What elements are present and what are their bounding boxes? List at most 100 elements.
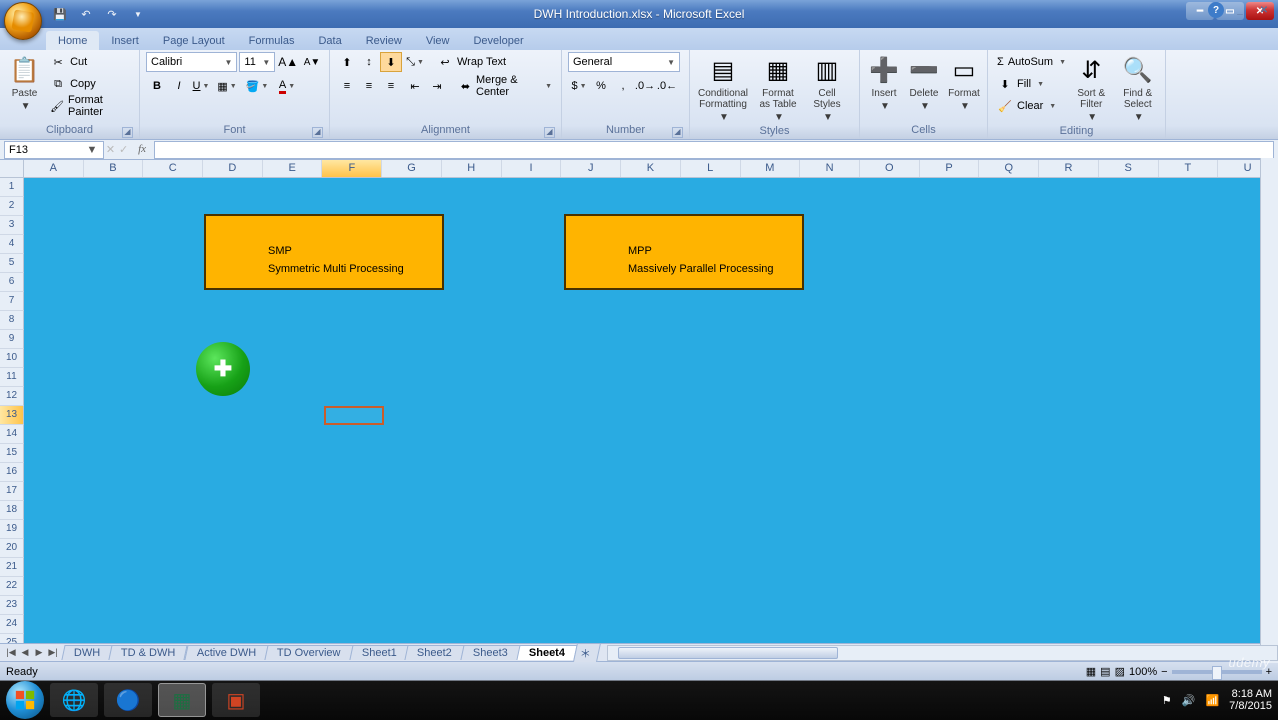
align-left-icon[interactable]: ≡ <box>336 76 358 96</box>
cut-button[interactable]: ✂Cut <box>47 52 133 72</box>
row-header-17[interactable]: 17 <box>0 482 24 501</box>
font-size-combo[interactable]: 11▼ <box>239 52 275 72</box>
format-cells-button[interactable]: ▭Format▼ <box>946 52 982 114</box>
select-all-corner[interactable] <box>0 160 24 177</box>
paste-button[interactable]: 📋 Paste▼ <box>6 52 43 114</box>
accounting-format-icon[interactable]: $▼ <box>568 76 590 96</box>
row-header-4[interactable]: 4 <box>0 235 24 254</box>
align-middle-icon[interactable]: ↕ <box>358 52 380 72</box>
row-header-16[interactable]: 16 <box>0 463 24 482</box>
column-header-P[interactable]: P <box>920 160 980 177</box>
row-header-2[interactable]: 2 <box>0 197 24 216</box>
increase-decimal-icon[interactable]: .0→ <box>634 76 656 96</box>
column-header-B[interactable]: B <box>84 160 144 177</box>
row-header-13[interactable]: 13 <box>0 406 24 425</box>
format-painter-button[interactable]: 🖌Format Painter <box>47 96 133 116</box>
name-box[interactable]: F13▼ <box>4 141 104 159</box>
find-select-button[interactable]: 🔍Find & Select▼ <box>1117 52 1160 125</box>
tray-flag-icon[interactable]: ⚑ <box>1162 694 1172 707</box>
row-header-8[interactable]: 8 <box>0 311 24 330</box>
view-normal-icon[interactable]: ▦ <box>1086 665 1096 678</box>
number-format-combo[interactable]: General▼ <box>568 52 680 72</box>
tab-nav-next-icon[interactable]: ▶ <box>32 646 46 660</box>
help-icon[interactable]: ? <box>1208 2 1224 18</box>
sort-filter-button[interactable]: ⇵Sort & Filter▼ <box>1070 52 1113 125</box>
column-header-I[interactable]: I <box>502 160 562 177</box>
row-header-3[interactable]: 3 <box>0 216 24 235</box>
column-header-M[interactable]: M <box>741 160 801 177</box>
number-launcher-icon[interactable]: ◢ <box>672 127 683 138</box>
align-center-icon[interactable]: ≡ <box>358 76 380 96</box>
comma-format-icon[interactable]: , <box>612 76 634 96</box>
row-header-11[interactable]: 11 <box>0 368 24 387</box>
column-header-N[interactable]: N <box>800 160 860 177</box>
tab-nav-first-icon[interactable]: |◀ <box>4 646 18 660</box>
italic-button[interactable]: I <box>168 76 190 96</box>
underline-button[interactable]: U▼ <box>190 76 212 96</box>
view-page-layout-icon[interactable]: ▤ <box>1100 665 1110 678</box>
sheet-tab-td-dwh[interactable]: TD & DWH <box>109 645 189 660</box>
column-header-D[interactable]: D <box>203 160 263 177</box>
column-header-Q[interactable]: Q <box>979 160 1039 177</box>
shrink-font-icon[interactable]: A▼ <box>301 52 323 72</box>
sheet-tab-sheet4[interactable]: Sheet4 <box>517 645 578 660</box>
tab-data[interactable]: Data <box>306 31 353 50</box>
row-header-9[interactable]: 9 <box>0 330 24 349</box>
formula-bar-input[interactable] <box>154 141 1274 159</box>
sheet-tab-td-overview[interactable]: TD Overview <box>264 645 353 660</box>
row-header-25[interactable]: 25 <box>0 634 24 643</box>
clipboard-launcher-icon[interactable]: ◢ <box>122 127 133 138</box>
tab-home[interactable]: Home <box>46 31 99 50</box>
start-button[interactable] <box>6 681 44 719</box>
bold-button[interactable]: B <box>146 76 168 96</box>
taskbar-chrome-icon[interactable]: 🔵 <box>104 683 152 717</box>
row-header-12[interactable]: 12 <box>0 387 24 406</box>
font-name-combo[interactable]: Calibri▼ <box>146 52 237 72</box>
column-header-J[interactable]: J <box>561 160 621 177</box>
qat-redo-icon[interactable]: ↷ <box>102 4 122 24</box>
increase-indent-icon[interactable]: ⇥ <box>426 76 448 96</box>
column-header-C[interactable]: C <box>143 160 203 177</box>
zoom-slider[interactable] <box>1172 670 1262 674</box>
autosum-button[interactable]: ΣAutoSum▼ <box>994 52 1066 72</box>
vertical-scrollbar[interactable] <box>1260 158 1278 663</box>
conditional-formatting-button[interactable]: ▤Conditional Formatting▼ <box>696 52 750 125</box>
clear-button[interactable]: 🧹Clear▼ <box>994 96 1066 116</box>
fill-color-button[interactable]: 🪣▼ <box>242 76 272 96</box>
worksheet-grid[interactable]: SMP Symmetric Multi Processing MPP Massi… <box>24 178 1278 643</box>
row-header-10[interactable]: 10 <box>0 349 24 368</box>
column-header-L[interactable]: L <box>681 160 741 177</box>
row-header-23[interactable]: 23 <box>0 596 24 615</box>
fill-button[interactable]: ⬇Fill▼ <box>994 74 1066 94</box>
tab-page-layout[interactable]: Page Layout <box>151 31 237 50</box>
decrease-decimal-icon[interactable]: .0← <box>656 76 678 96</box>
taskbar-powerpoint-icon[interactable]: ▣ <box>212 683 260 717</box>
cell-styles-button[interactable]: ▥Cell Styles▼ <box>806 52 848 125</box>
tab-nav-last-icon[interactable]: ▶| <box>46 646 60 660</box>
row-header-1[interactable]: 1 <box>0 178 24 197</box>
tab-review[interactable]: Review <box>354 31 414 50</box>
sheet-tab-dwh[interactable]: DWH <box>61 645 112 660</box>
shape-mpp[interactable]: MPP Massively Parallel Processing <box>564 214 804 290</box>
column-header-A[interactable]: A <box>24 160 84 177</box>
font-launcher-icon[interactable]: ◢ <box>312 127 323 138</box>
column-header-S[interactable]: S <box>1099 160 1159 177</box>
tab-insert[interactable]: Insert <box>99 31 151 50</box>
row-header-21[interactable]: 21 <box>0 558 24 577</box>
qat-save-icon[interactable]: 💾 <box>50 4 70 24</box>
sheet-tab-sheet1[interactable]: Sheet1 <box>349 645 409 660</box>
tray-network-icon[interactable]: 📶 <box>1205 694 1219 707</box>
orientation-icon[interactable]: ⤡▼ <box>404 52 426 72</box>
qat-customize-icon[interactable]: ▼ <box>128 4 148 24</box>
column-header-G[interactable]: G <box>382 160 442 177</box>
tab-nav-prev-icon[interactable]: ◀ <box>18 646 32 660</box>
row-header-7[interactable]: 7 <box>0 292 24 311</box>
align-right-icon[interactable]: ≡ <box>380 76 402 96</box>
column-header-O[interactable]: O <box>860 160 920 177</box>
row-header-6[interactable]: 6 <box>0 273 24 292</box>
tray-volume-icon[interactable]: 🔊 <box>1182 694 1196 707</box>
decrease-indent-icon[interactable]: ⇤ <box>404 76 426 96</box>
row-header-18[interactable]: 18 <box>0 501 24 520</box>
shape-smp[interactable]: SMP Symmetric Multi Processing <box>204 214 444 290</box>
insert-cells-button[interactable]: ➕Insert▼ <box>866 52 902 114</box>
